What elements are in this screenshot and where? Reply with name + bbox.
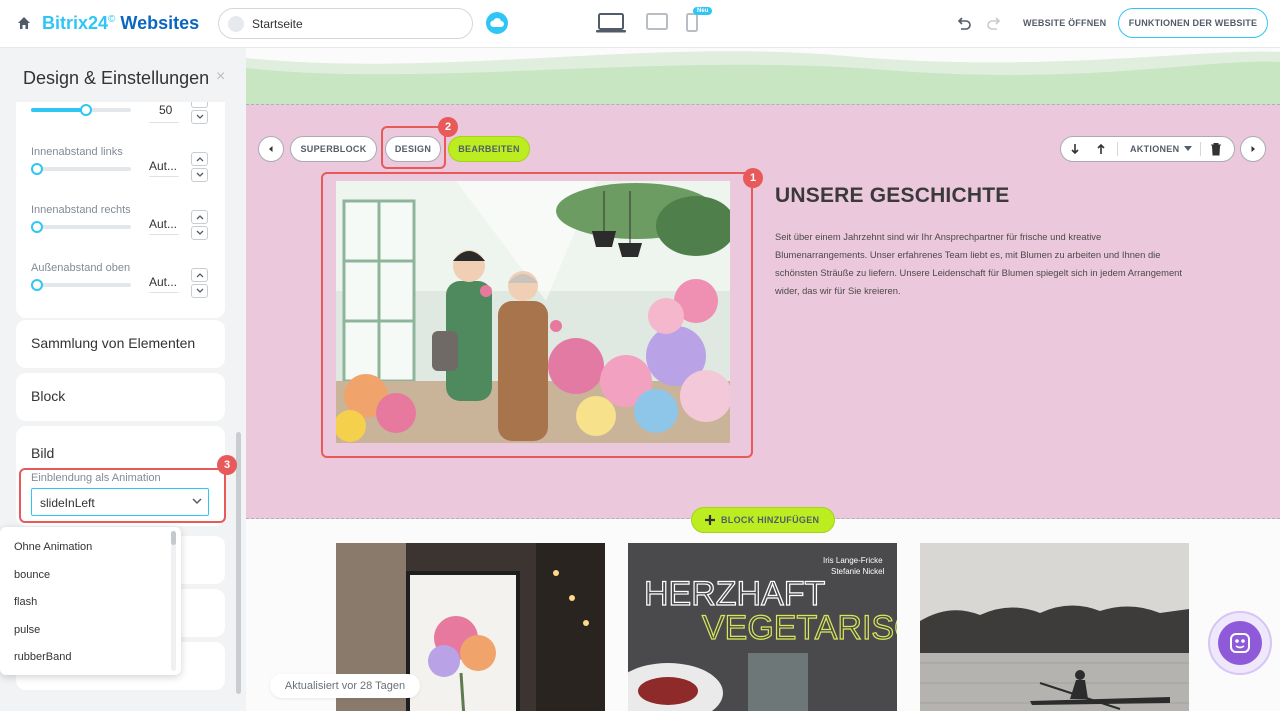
home-icon[interactable]: [16, 15, 32, 31]
desktop-icon[interactable]: [596, 12, 626, 34]
spacing-settings-card: 50 Innenabstand links Aut... Innenabstan…: [16, 102, 225, 318]
wave-decoration: [246, 51, 1280, 108]
animation-option[interactable]: bounce: [14, 569, 50, 581]
panel-scrollbar[interactable]: [236, 432, 241, 694]
undo-icon[interactable]: [956, 15, 972, 31]
superblock-button[interactable]: SUPERBLOCK: [290, 136, 377, 162]
animation-option[interactable]: pulse: [14, 624, 40, 636]
slider-stepper[interactable]: [191, 210, 209, 240]
slider-label: Außenabstand oben: [31, 262, 131, 274]
dropdown-scrollbar[interactable]: [171, 531, 176, 671]
page-icon: [228, 16, 244, 32]
animation-option[interactable]: Ohne Animation: [14, 541, 92, 553]
cookbook-image[interactable]: Iris Lange-Fricke Stefanie Nickel HERZHA…: [628, 543, 897, 711]
edit-button[interactable]: BEARBEITEN: [448, 136, 530, 162]
stepper-down[interactable]: [191, 226, 208, 240]
open-website-link[interactable]: WEBSITE ÖFFNEN: [1023, 18, 1106, 28]
slider-knob[interactable]: [31, 279, 43, 291]
page-selector[interactable]: Startseite: [218, 8, 473, 39]
section-image-label[interactable]: Bild: [31, 445, 54, 461]
section-collection-label: Sammlung von Elementen: [31, 335, 196, 351]
slider-padding-right: Innenabstand rechts Aut...: [31, 200, 211, 240]
story-paragraph[interactable]: Seit über einem Jahrzehnt sind wir Ihr A…: [775, 228, 1195, 300]
slider-padding-left: Innenabstand links Aut...: [31, 142, 211, 182]
rowing-illustration: [920, 543, 1189, 711]
slider-value[interactable]: 50: [159, 103, 172, 117]
actions-menu[interactable]: AKTIONEN: [1130, 144, 1179, 154]
arrow-left-icon: [269, 146, 273, 152]
new-badge: Neu: [693, 7, 713, 15]
stepper-up[interactable]: [191, 152, 208, 166]
block-actions-group: AKTIONEN: [1060, 136, 1235, 162]
mobile-icon[interactable]: [686, 12, 698, 32]
last-updated-label: Aktualisiert vor 28 Tagen: [270, 674, 420, 698]
stepper-down[interactable]: [191, 284, 208, 298]
slider-value[interactable]: Aut...: [149, 159, 177, 173]
page-canvas: SUPERBLOCK DESIGN BEARBEITEN AKTIONEN UN…: [246, 48, 1280, 711]
copilot-icon: [1230, 633, 1250, 653]
prev-block-button[interactable]: [258, 136, 284, 162]
story-heading[interactable]: UNSERE GESCHICHTE: [775, 184, 1009, 208]
slider-track[interactable]: [31, 104, 131, 116]
callout-badge-1: 1: [743, 168, 763, 188]
design-highlight-frame: [381, 126, 446, 169]
book-title-2: VEGETARISCH: [702, 609, 897, 647]
animation-highlight-frame: [19, 468, 226, 523]
top-bar: Bitrix24© Websites Startseite Neu WEBSIT…: [0, 0, 1280, 48]
slider-label: Innenabstand links: [31, 146, 123, 158]
caret-down-icon: [1184, 146, 1192, 151]
slider-track[interactable]: [31, 279, 131, 291]
close-icon[interactable]: ×: [216, 68, 225, 86]
rowing-lake-image[interactable]: [920, 543, 1189, 711]
redo-icon[interactable]: [986, 15, 1002, 31]
animation-dropdown: Ohne Animation bounce flash pulse rubber…: [0, 527, 181, 675]
book-author-2: Stefanie Nickel: [831, 567, 885, 576]
slider-track[interactable]: [31, 221, 131, 233]
cookbook-illustration: Iris Lange-Fricke Stefanie Nickel HERZHA…: [628, 543, 897, 711]
cloud-icon: [490, 18, 504, 27]
book-author-1: Iris Lange-Fricke: [823, 556, 883, 565]
section-collection[interactable]: Sammlung von Elementen: [16, 320, 225, 368]
brand-suffix: Websites: [115, 13, 200, 33]
stepper-down[interactable]: [191, 168, 208, 182]
slider-margin-top: Außenabstand oben Aut...: [31, 258, 211, 298]
panel-title: Design & Einstellungen: [23, 68, 210, 88]
section-block-label: Block: [31, 388, 66, 404]
animation-option[interactable]: flash: [14, 596, 37, 608]
tablet-icon[interactable]: [646, 12, 668, 32]
slider-value[interactable]: Aut...: [149, 217, 177, 231]
add-block-label: BLOCK HINZUFÜGEN: [721, 515, 820, 525]
slider-stepper[interactable]: [191, 152, 209, 182]
stepper-up[interactable]: [191, 210, 208, 224]
move-down-icon[interactable]: [1070, 142, 1080, 156]
copilot-widget[interactable]: [1208, 611, 1272, 675]
callout-badge-2: 2: [438, 117, 458, 137]
slider-knob[interactable]: [31, 221, 43, 233]
section-block[interactable]: Block: [16, 373, 225, 421]
slider-label: Innenabstand rechts: [31, 204, 131, 216]
image-highlight-frame: [321, 172, 753, 458]
slider-track[interactable]: [31, 163, 131, 175]
brand-logo[interactable]: Bitrix24© Websites: [42, 13, 199, 34]
stepper-down[interactable]: [191, 110, 208, 124]
page-name: Startseite: [252, 17, 303, 31]
slider-knob[interactable]: [80, 104, 92, 116]
plus-icon: [705, 515, 715, 525]
trash-icon[interactable]: [1210, 142, 1222, 156]
brand-name: Bitrix24: [42, 13, 109, 33]
add-block-button[interactable]: BLOCK HINZUFÜGEN: [691, 507, 835, 533]
slider-knob[interactable]: [31, 163, 43, 175]
book-title-1: HERZHAFT: [644, 575, 825, 613]
slider-value[interactable]: Aut...: [149, 275, 177, 289]
slider-stepper[interactable]: [191, 102, 209, 132]
publish-cloud-button[interactable]: [486, 12, 508, 34]
callout-badge-3: 3: [217, 455, 237, 475]
stepper-up[interactable]: [191, 268, 208, 282]
site-features-button[interactable]: FUNKTIONEN DER WEBSITE: [1118, 8, 1268, 38]
animation-option[interactable]: rubberBand: [14, 651, 72, 663]
arrow-right-icon: [1251, 146, 1255, 152]
move-up-icon[interactable]: [1096, 142, 1106, 156]
next-block-button[interactable]: [1240, 136, 1266, 162]
slider-stepper[interactable]: [191, 268, 209, 298]
